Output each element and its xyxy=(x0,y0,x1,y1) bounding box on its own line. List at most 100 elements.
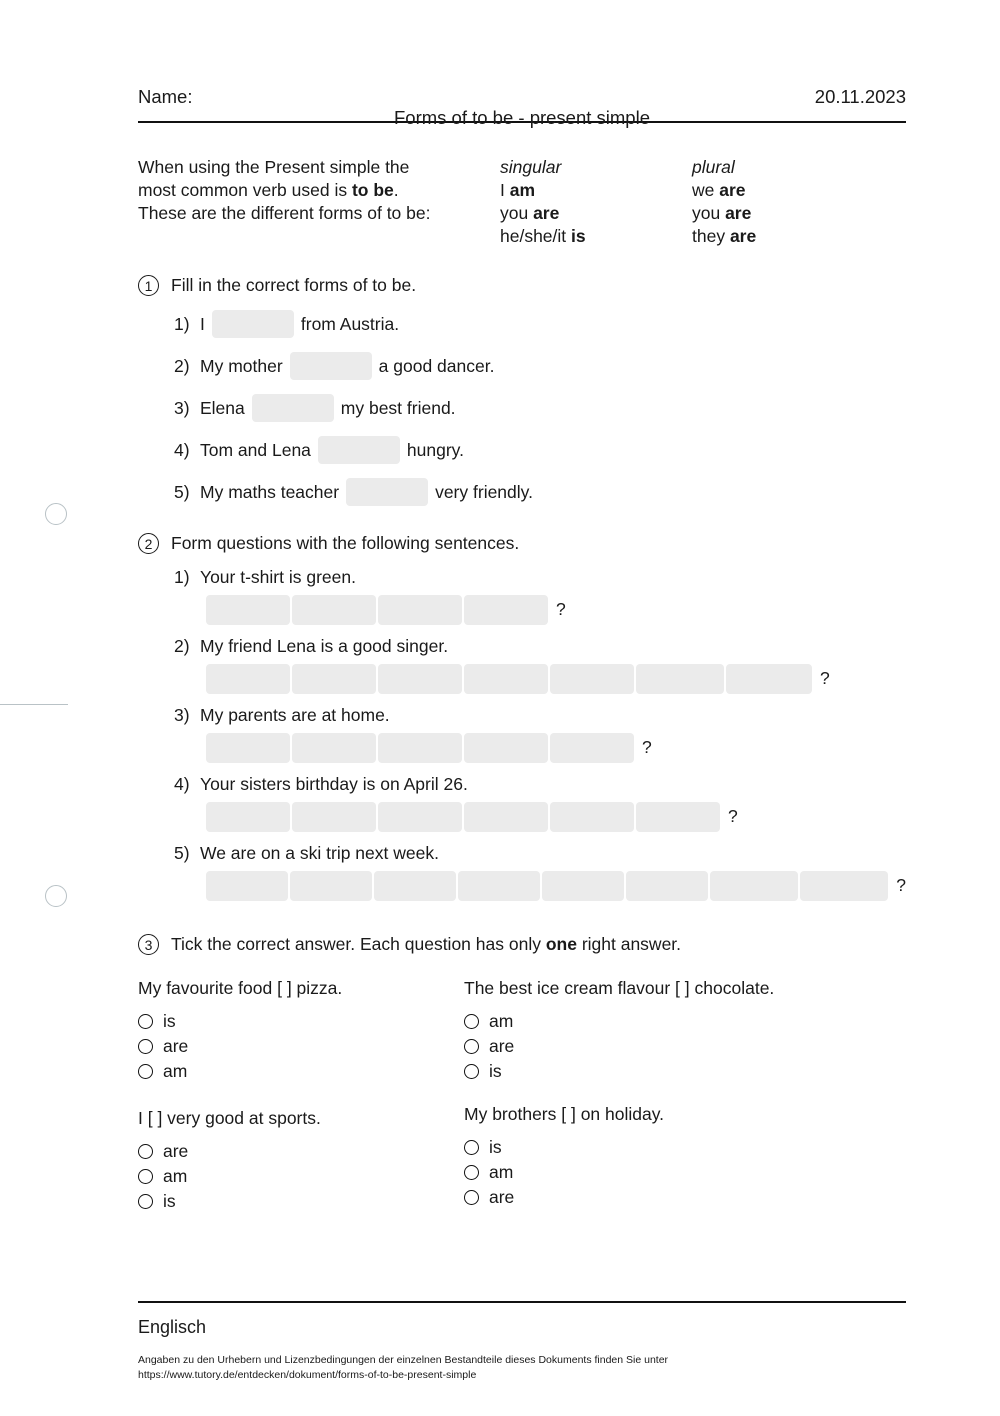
answer-segment[interactable] xyxy=(378,733,462,763)
answer-segment[interactable] xyxy=(458,871,541,901)
exercise-2-heading: 2 Form questions with the following sent… xyxy=(138,532,906,554)
item-number: 1) xyxy=(174,567,190,587)
answer-segment[interactable] xyxy=(550,802,634,832)
header-divider xyxy=(138,120,906,123)
multiple-choice-option[interactable]: is xyxy=(138,1011,342,1031)
answer-segment[interactable] xyxy=(636,664,724,694)
answer-segment[interactable] xyxy=(626,871,709,901)
answer-blank[interactable] xyxy=(346,478,429,506)
intro-line-1: When using the Present simple the xyxy=(138,157,410,177)
answer-blank[interactable] xyxy=(211,310,294,338)
answer-segment[interactable] xyxy=(710,871,799,901)
sentence-text: My parents are at home. xyxy=(200,705,390,725)
answer-segment[interactable] xyxy=(206,802,290,832)
answer-segment[interactable] xyxy=(550,664,634,694)
plural-row: we are xyxy=(692,180,746,200)
multiple-choice-option[interactable]: am xyxy=(464,1011,774,1031)
radio-button-icon[interactable] xyxy=(464,1038,479,1054)
answer-segment[interactable] xyxy=(464,802,548,832)
multiple-choice-option[interactable]: am xyxy=(464,1162,664,1182)
multiple-choice-block: My brothers [ ] on holiday. is am are xyxy=(464,1103,664,1212)
radio-button-icon[interactable] xyxy=(464,1063,479,1079)
question-mark: ? xyxy=(896,875,906,896)
multiple-choice-option[interactable]: is xyxy=(464,1137,664,1157)
multiple-choice-option[interactable]: am xyxy=(138,1166,321,1186)
multiple-choice-option[interactable]: is xyxy=(138,1191,321,1211)
option-label: am xyxy=(163,1061,188,1081)
sentence-text: Your t-shirt is green. xyxy=(200,567,356,587)
multiple-choice-option[interactable]: are xyxy=(464,1036,774,1056)
multiple-choice-option[interactable]: am xyxy=(138,1061,342,1081)
answer-segment[interactable] xyxy=(206,871,289,901)
answer-blank[interactable] xyxy=(289,352,372,380)
option-label: are xyxy=(489,1187,515,1207)
answer-segment[interactable] xyxy=(378,664,462,694)
multiple-choice-option[interactable]: are xyxy=(138,1036,342,1056)
radio-button-icon[interactable] xyxy=(138,1143,153,1159)
question-item: 2) My friend Lena is a good singer.? xyxy=(138,635,906,694)
answer-segment[interactable] xyxy=(800,871,889,901)
answer-segment[interactable] xyxy=(464,664,548,694)
multiple-choice-option[interactable]: are xyxy=(464,1187,664,1207)
exercise-3: 3 Tick the correct answer. Each question… xyxy=(138,933,906,1227)
question-mark: ? xyxy=(728,806,738,827)
fill-in-row: 5) My maths teacher very friendly. xyxy=(138,478,906,506)
answer-segment[interactable] xyxy=(206,595,290,625)
answer-row: ? xyxy=(138,664,906,694)
singular-heading: singular xyxy=(500,157,562,177)
sentence-prefix: Tom and Lena xyxy=(200,440,311,460)
radio-button-icon[interactable] xyxy=(464,1189,479,1205)
exercise-2: 2 Form questions with the following sent… xyxy=(138,532,906,901)
multiple-choice-question: I [ ] very good at sports. xyxy=(138,1108,321,1128)
source-sentence: 2) My friend Lena is a good singer. xyxy=(138,635,906,657)
option-label: is xyxy=(163,1191,176,1211)
intro-block: When using the Present simple the most c… xyxy=(138,156,906,248)
answer-segment[interactable] xyxy=(374,871,457,901)
plural-row: they are xyxy=(692,226,757,246)
singular-row: I am xyxy=(500,180,536,200)
legal-notice: Angaben zu den Urhebern und Lizenzbeding… xyxy=(138,1353,906,1383)
answer-segment[interactable] xyxy=(292,664,376,694)
option-label: are xyxy=(163,1036,189,1056)
exercise-number-badge: 1 xyxy=(138,275,159,296)
exercise-3-instruction: Tick the correct answer. Each question h… xyxy=(171,934,682,954)
radio-button-icon[interactable] xyxy=(464,1013,479,1029)
answer-segment[interactable] xyxy=(378,802,462,832)
exercise-number-badge: 2 xyxy=(138,533,159,554)
radio-button-icon[interactable] xyxy=(138,1063,153,1079)
answer-segment[interactable] xyxy=(290,871,373,901)
radio-button-icon[interactable] xyxy=(464,1164,479,1180)
answer-segment[interactable] xyxy=(464,595,548,625)
radio-button-icon[interactable] xyxy=(138,1168,153,1184)
answer-segment[interactable] xyxy=(726,664,812,694)
question-mark: ? xyxy=(820,668,830,689)
option-label: is xyxy=(163,1011,176,1031)
multiple-choice-option[interactable]: is xyxy=(464,1061,774,1081)
item-number: 4) xyxy=(174,774,190,794)
multiple-choice-question: My favourite food [ ] pizza. xyxy=(138,978,343,998)
answer-blank[interactable] xyxy=(317,436,400,464)
answer-segment[interactable] xyxy=(464,733,548,763)
question-item: 1) Your t-shirt is green.? xyxy=(138,566,906,625)
answer-segment[interactable] xyxy=(542,871,625,901)
answer-segment[interactable] xyxy=(292,733,376,763)
multiple-choice-option[interactable]: are xyxy=(138,1141,321,1161)
page-title: Forms of to be - present simple xyxy=(393,106,650,128)
document-header: Name: 20.11.2023 Forms of to be - presen… xyxy=(138,0,906,134)
document-footer: Englisch Angaben zu den Urhebern und Liz… xyxy=(138,1301,906,1383)
answer-segment[interactable] xyxy=(206,664,290,694)
answer-segment[interactable] xyxy=(550,733,634,763)
answer-segment[interactable] xyxy=(206,733,290,763)
radio-button-icon[interactable] xyxy=(138,1038,153,1054)
radio-button-icon[interactable] xyxy=(464,1139,479,1155)
source-sentence: 5) We are on a ski trip next week. xyxy=(138,842,906,864)
answer-segment[interactable] xyxy=(292,595,376,625)
exercise-2-items: 1) Your t-shirt is green.? 2) My friend Len… xyxy=(138,566,906,901)
item-number: 3) xyxy=(174,398,190,418)
radio-button-icon[interactable] xyxy=(138,1013,153,1029)
radio-button-icon[interactable] xyxy=(138,1193,153,1209)
answer-segment[interactable] xyxy=(636,802,720,832)
answer-segment[interactable] xyxy=(292,802,376,832)
answer-blank[interactable] xyxy=(251,394,334,422)
answer-segment[interactable] xyxy=(378,595,462,625)
